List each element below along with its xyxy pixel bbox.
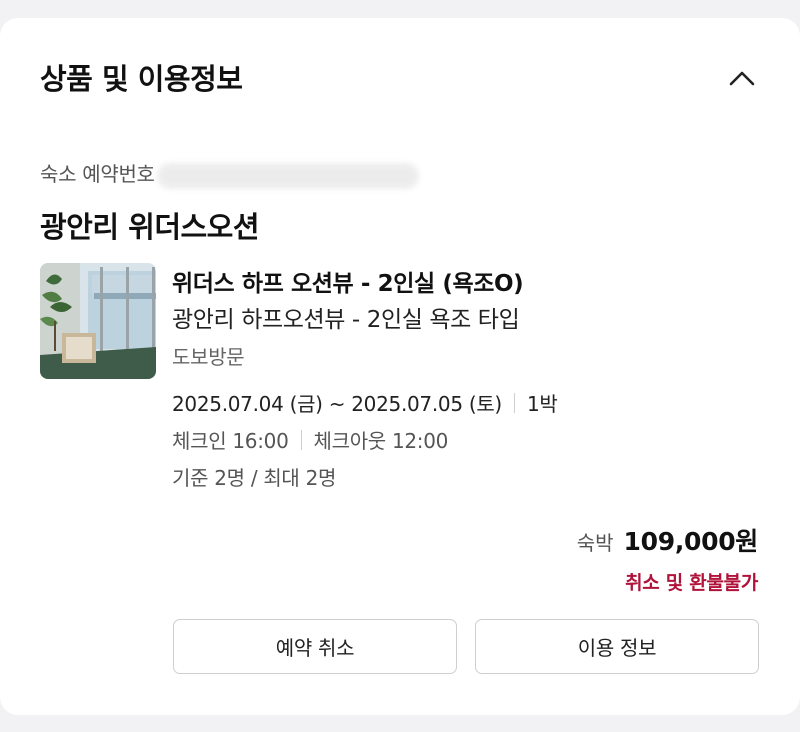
room-title: 위더스 하프 오션뷰 - 2인실 (욕조O) — [172, 271, 524, 297]
price-row: 숙박 109,000원 — [576, 522, 759, 558]
product-info-card: 상품 및 이용정보 숙소 예약번호 광안리 위더스오션 위더스 하프 오션뷰 -… — [0, 18, 800, 715]
checkout-time: 체크아웃 12:00 — [313, 429, 449, 453]
cancel-reservation-button[interactable]: 예약 취소 — [173, 619, 457, 674]
room-thumbnail[interactable] — [40, 263, 156, 379]
checkin-time: 체크인 16:00 — [172, 429, 289, 453]
reservation-number-redacted — [156, 162, 419, 189]
reservation-number: 숙소 예약번호 — [40, 158, 419, 189]
nights-count: 1박 — [526, 392, 558, 416]
check-times: 체크인 16:00 체크아웃 12:00 — [172, 425, 448, 454]
price-value: 109,000원 — [623, 527, 759, 556]
usage-info-button[interactable]: 이용 정보 — [475, 619, 759, 674]
reservation-number-label: 숙소 예약번호 — [40, 162, 155, 186]
occupancy: 기준 2명 / 최대 2명 — [172, 466, 337, 490]
room-subtitle: 광안리 하프오션뷰 - 2인실 욕조 타입 — [172, 307, 520, 333]
divider — [300, 429, 302, 450]
stay-type: 도보방문 — [172, 345, 245, 369]
divider — [513, 392, 515, 413]
chevron-up-icon — [729, 71, 755, 86]
refund-policy: 취소 및 환불불가 — [625, 572, 758, 594]
hotel-name: 광안리 위더스오션 — [40, 210, 260, 244]
stay-dates: 2025.07.04 (금) ~ 2025.07.05 (토) 1박 — [172, 388, 558, 417]
date-range: 2025.07.04 (금) ~ 2025.07.05 (토) — [172, 392, 502, 416]
section-title: 상품 및 이용정보 — [40, 62, 243, 96]
collapse-button[interactable] — [722, 60, 762, 96]
price-label: 숙박 — [576, 531, 614, 555]
